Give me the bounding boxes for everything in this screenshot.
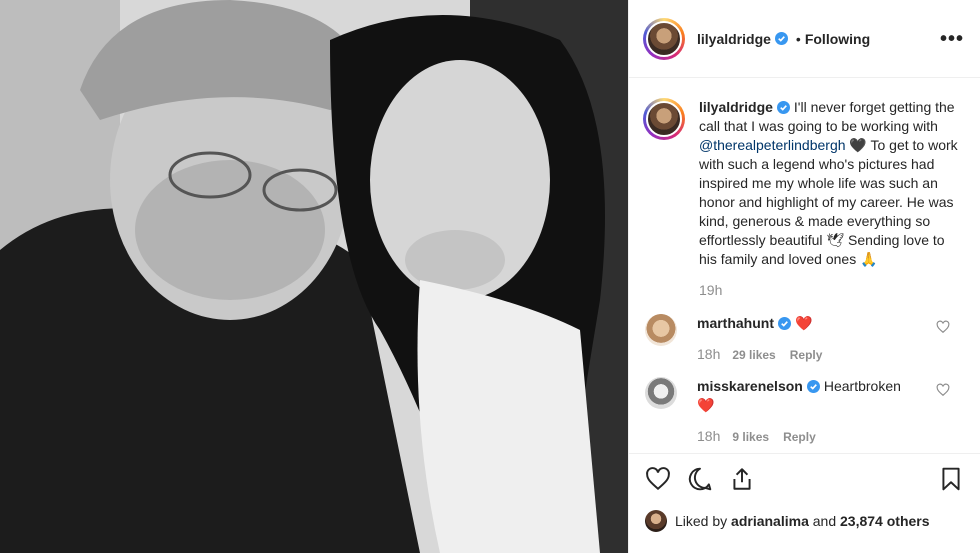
post-caption: lilyaldridge I'll never forget getting t… — [643, 98, 964, 300]
reply-button[interactable]: Reply — [790, 346, 823, 365]
comment-like-heart-icon[interactable] — [936, 383, 950, 397]
bookmark-icon[interactable] — [938, 466, 964, 492]
more-options-icon[interactable]: ••• — [940, 29, 964, 49]
comment-timestamp[interactable]: 18h — [697, 345, 720, 364]
comment-body: misskarenelson Heartbroken ❤️ 18h 9 likes… — [697, 377, 927, 447]
profile-avatar[interactable] — [643, 17, 685, 60]
post-photo[interactable] — [0, 0, 628, 553]
comment-likes[interactable]: 29 likes — [732, 346, 775, 365]
post-actions: Liked by adrianalima and 23,874 others — [629, 453, 980, 553]
comment-meta: 18h 9 likes Reply — [697, 427, 927, 447]
following-button[interactable]: Following — [805, 31, 870, 47]
liked-by-avatar[interactable] — [645, 510, 667, 532]
comment-bubble-icon[interactable] — [687, 466, 713, 492]
comments-list[interactable]: lilyaldridge I'll never forget getting t… — [629, 78, 980, 453]
liked-by-middle: and — [812, 513, 837, 529]
comment-avatar[interactable] — [645, 377, 677, 409]
liked-by-user[interactable]: adrianalima — [731, 513, 809, 529]
post-side-panel: lilyaldridge • Following ••• lilyaldridg… — [628, 0, 980, 553]
comment-meta: 18h 29 likes Reply — [697, 345, 927, 365]
caption-username[interactable]: lilyaldridge — [699, 99, 773, 115]
liked-by-prefix: Liked by — [675, 513, 728, 529]
comment-timestamp[interactable]: 18h — [697, 427, 720, 446]
praying-hands-emoji: 🙏 — [860, 251, 878, 267]
avatar-image — [646, 101, 682, 137]
caption-timestamp[interactable]: 19h — [699, 281, 964, 300]
separator-dot: • — [795, 30, 801, 47]
photo-illustration — [0, 0, 628, 553]
caption-avatar[interactable] — [643, 98, 685, 140]
dove-emoji: 🕊 — [826, 232, 845, 248]
comment-item: misskarenelson Heartbroken ❤️ 18h 9 likes… — [643, 377, 964, 447]
comment-avatar[interactable] — [645, 314, 677, 346]
comment-body: marthahunt ❤️ 18h 29 likes Reply — [697, 314, 927, 365]
action-icons — [645, 464, 964, 494]
caption-body: lilyaldridge I'll never forget getting t… — [699, 98, 964, 300]
comment-username[interactable]: misskarenelson — [697, 378, 803, 394]
heart-icon[interactable] — [645, 466, 671, 492]
comment-likes[interactable]: 9 likes — [732, 428, 769, 447]
post-header: lilyaldridge • Following ••• — [629, 0, 980, 78]
black-heart-emoji: 🖤 — [849, 137, 867, 153]
header-username[interactable]: lilyaldridge — [697, 31, 771, 47]
liked-by-count[interactable]: 23,874 others — [840, 513, 930, 529]
instagram-post: lilyaldridge • Following ••• lilyaldridg… — [0, 0, 980, 553]
red-heart-emoji: ❤️ — [795, 315, 813, 331]
comment-username[interactable]: marthahunt — [697, 315, 774, 331]
share-icon[interactable] — [729, 466, 755, 492]
verified-badge-icon — [776, 101, 790, 114]
liked-by: Liked by adrianalima and 23,874 others — [645, 510, 964, 532]
verified-badge-icon — [806, 380, 820, 393]
comment-like-heart-icon[interactable] — [936, 320, 950, 334]
avatar-image — [646, 20, 682, 57]
reply-button[interactable]: Reply — [783, 428, 816, 447]
verified-badge-icon — [774, 32, 788, 45]
red-heart-emoji: ❤️ — [697, 397, 715, 413]
comment-item: marthahunt ❤️ 18h 29 likes Reply — [643, 314, 964, 365]
verified-badge-icon — [778, 317, 791, 330]
comment-text: Heartbroken — [823, 378, 901, 394]
mention-link[interactable]: @therealpeterlindbergh — [699, 137, 846, 153]
